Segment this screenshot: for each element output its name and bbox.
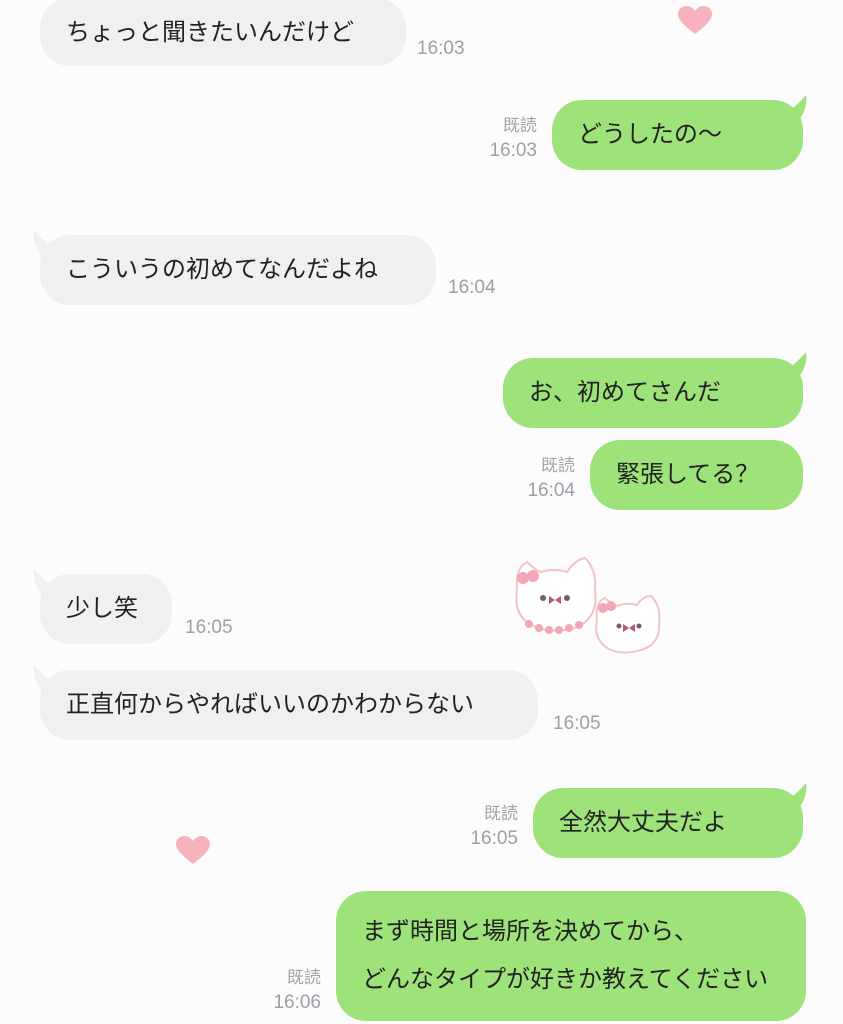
heart-sticker-icon xyxy=(176,836,210,864)
message-text: 少し笑 xyxy=(66,594,138,622)
incoming-message[interactable]: こういうの初めてなんだよね xyxy=(40,235,436,305)
message-time: 16:04 xyxy=(527,480,575,501)
message-meta: 16:04 xyxy=(448,275,496,301)
message-time: 16:03 xyxy=(417,38,465,59)
message-text: ちょっと聞きたいんだけど xyxy=(66,18,354,46)
message-text: どうしたの〜 xyxy=(578,120,722,148)
message-time: 16:03 xyxy=(489,140,537,161)
message-time: 16:05 xyxy=(470,828,518,849)
incoming-message[interactable]: 正直何からやればいいのかわからない xyxy=(40,670,538,740)
message-text: 緊張してる？ xyxy=(616,460,760,488)
read-receipt: 既読 xyxy=(503,116,537,136)
message-meta: 16:05 xyxy=(553,711,601,737)
outgoing-message[interactable]: まず時間と場所を決めてから、 どんなタイプが好きか教えてください xyxy=(336,891,806,1021)
outgoing-message[interactable]: お、初めてさんだ xyxy=(503,358,803,428)
message-time: 16:04 xyxy=(448,277,496,298)
message-meta: 16:05 xyxy=(185,615,233,641)
message-time: 16:05 xyxy=(185,617,233,638)
incoming-message[interactable]: ちょっと聞きたいんだけど xyxy=(40,0,406,66)
cat-sticker-icon xyxy=(515,556,661,654)
message-meta: 既読 16:04 xyxy=(508,454,575,504)
outgoing-message[interactable]: 全然大丈夫だよ xyxy=(533,788,803,858)
message-meta: 既読 16:05 xyxy=(451,802,518,852)
message-text: 正直何からやればいいのかわからない xyxy=(66,690,474,718)
message-meta: 既読 16:06 xyxy=(254,966,321,1016)
heart-sticker-icon xyxy=(678,6,712,34)
read-receipt: 既読 xyxy=(287,968,321,988)
read-receipt: 既読 xyxy=(541,456,575,476)
outgoing-message[interactable]: どうしたの〜 xyxy=(552,100,803,170)
incoming-message[interactable]: 少し笑 xyxy=(40,574,172,644)
message-text-line-2: どんなタイプが好きか教えてください xyxy=(362,965,769,993)
message-meta: 既読 16:03 xyxy=(470,114,537,164)
outgoing-message[interactable]: 緊張してる？ xyxy=(590,440,803,510)
message-text: 全然大丈夫だよ xyxy=(559,808,727,836)
message-time: 16:05 xyxy=(553,713,601,734)
chat-thread: ちょっと聞きたいんだけど 16:03 どうしたの〜 既読 16:03 こういうの… xyxy=(0,0,843,1024)
message-text: こういうの初めてなんだよね xyxy=(66,255,378,283)
message-time: 16:06 xyxy=(273,992,321,1013)
message-text: お、初めてさんだ xyxy=(529,378,721,406)
message-text-line-1: まず時間と場所を決めてから、 xyxy=(362,917,698,945)
read-receipt: 既読 xyxy=(484,804,518,824)
message-meta: 16:03 xyxy=(417,36,465,62)
